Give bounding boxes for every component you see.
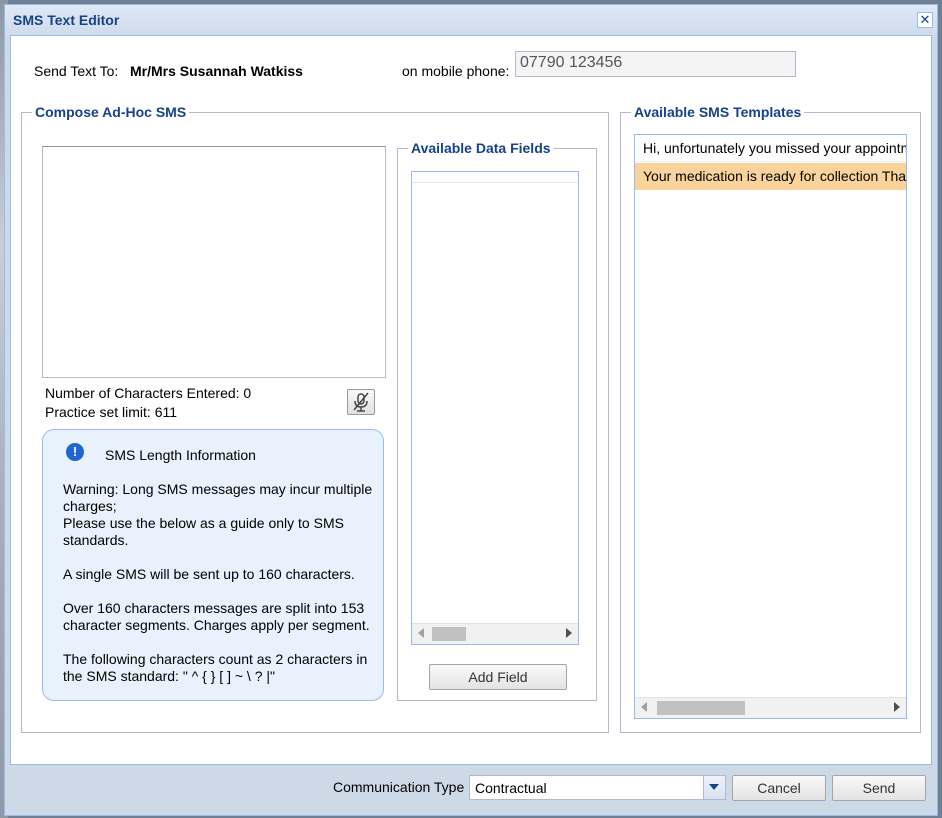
templates-fieldset: Available SMS Templates Hi, unfortunatel… [620,104,921,733]
microphone-muted-icon [353,392,369,412]
templates-hscrollbar[interactable] [635,697,906,718]
editor-body: Send Text To: Mr/Mrs Susannah Watkiss on… [10,35,932,765]
mobile-phone-label: on mobile phone: [402,63,510,79]
data-fields-legend: Available Data Fields [408,140,554,156]
scroll-left-icon[interactable] [641,702,647,712]
scroll-thumb[interactable] [657,701,745,715]
templates-legend: Available SMS Templates [631,104,805,120]
sms-message-textarea[interactable] [42,146,386,378]
dictation-button[interactable] [347,389,375,415]
cancel-button[interactable]: Cancel [732,775,826,801]
data-fields-hscrollbar[interactable] [412,623,578,644]
communication-type-label: Communication Type [333,779,465,795]
window-titlebar[interactable]: SMS Text Editor ✕ [5,5,937,35]
list-header-row [412,172,578,183]
send-button[interactable]: Send [832,775,926,801]
recipient-name: Mr/Mrs Susannah Watkiss [130,63,303,79]
split-sms-text: Over 160 characters messages are split i… [63,600,370,633]
sms-text-editor-window: SMS Text Editor ✕ Send Text To: Mr/Mrs S… [4,4,938,816]
scroll-left-icon[interactable] [418,628,424,638]
scroll-thumb[interactable] [432,627,466,641]
double-chars-text: The following characters count as 2 char… [63,651,368,684]
template-item-selected[interactable]: Your medication is ready for collection … [635,163,906,190]
practice-limit: Practice set limit: 611 [45,404,178,420]
characters-entered-count: Number of Characters Entered: 0 [45,385,252,401]
close-icon[interactable]: ✕ [917,12,933,28]
window-title: SMS Text Editor [13,12,120,28]
mobile-phone-field[interactable]: 07790 123456 [515,51,796,77]
scroll-right-icon[interactable] [894,702,900,712]
info-icon: ! [66,443,84,461]
footer-toolbar: Communication Type Contractual Cancel Se… [5,765,937,815]
sms-length-info-heading: SMS Length Information [105,447,256,463]
scroll-right-icon[interactable] [566,628,572,638]
templates-list[interactable]: Hi, unfortunately you missed your appoin… [634,134,907,719]
data-fields-fieldset: Available Data Fields Add Field [397,140,597,701]
compose-fieldset: Compose Ad-Hoc SMS Number of Characters … [21,104,609,733]
sms-warning-text: Warning: Long SMS messages may incur mul… [63,481,373,548]
communication-type-select[interactable]: Contractual [469,775,726,800]
send-to-label: Send Text To: [34,63,119,79]
compose-legend: Compose Ad-Hoc SMS [32,104,190,120]
chevron-down-icon[interactable] [703,776,725,799]
communication-type-value: Contractual [475,780,547,796]
data-fields-list[interactable] [411,171,579,645]
single-sms-text: A single SMS will be sent up to 160 char… [63,566,355,582]
sms-length-info-panel: ! SMS Length Information Warning: Long S… [42,429,384,701]
template-item[interactable]: Hi, unfortunately you missed your appoin… [635,135,906,162]
add-field-button[interactable]: Add Field [429,664,567,690]
